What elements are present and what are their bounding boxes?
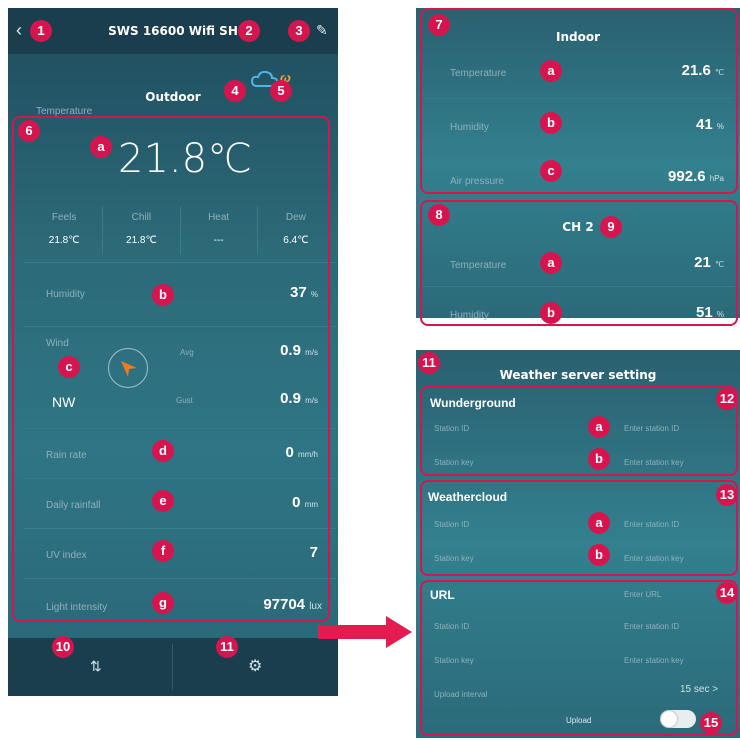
badge-2: 2: [238, 20, 260, 42]
transition-arrow-icon: [318, 616, 412, 648]
badge-b: b: [540, 112, 562, 134]
badge-b: b: [152, 284, 174, 306]
settings-gear-icon[interactable]: ⚙: [248, 656, 262, 676]
badge-b: b: [588, 448, 610, 470]
badge-7: 7: [428, 14, 450, 36]
indoor-humidity-label: Humidity: [450, 122, 489, 133]
weathercloud-id-label: Station ID: [434, 520, 470, 529]
divider: [424, 148, 734, 149]
indoor-humidity-value: 41 %: [696, 116, 724, 133]
badge-5: 5: [270, 80, 292, 102]
weathercloud-id-input[interactable]: Enter station ID: [624, 520, 679, 529]
badge-11: 11: [216, 636, 238, 658]
ch2-humidity-label: Humidity: [450, 310, 489, 321]
upload-toggle[interactable]: [660, 710, 696, 728]
edit-icon[interactable]: ✎: [316, 22, 328, 39]
weathercloud-key-input[interactable]: Enter station key: [624, 554, 684, 563]
url-key-input[interactable]: Enter station key: [624, 656, 684, 665]
badge-c: c: [58, 356, 80, 378]
ch2-temperature-value: 21 ℃: [694, 254, 724, 271]
weathercloud-header: Weathercloud: [428, 490, 508, 504]
badge-g: g: [152, 592, 174, 614]
divider: [424, 98, 734, 99]
badge-a: a: [540, 60, 562, 82]
upload-label: Upload: [566, 716, 592, 725]
badge-9: 9: [600, 216, 622, 238]
url-id-label: Station ID: [434, 622, 470, 631]
wunderground-key-input[interactable]: Enter station key: [624, 458, 684, 467]
indoor-temperature-label: Temperature: [450, 68, 507, 79]
indoor-temperature-value: 21.6 ℃: [681, 62, 724, 79]
badge-3: 3: [288, 20, 310, 42]
ch2-humidity-value: 51 %: [696, 304, 724, 321]
url-input[interactable]: Enter URL: [624, 590, 661, 599]
url-id-input[interactable]: Enter station ID: [624, 622, 679, 631]
divider: [424, 286, 734, 287]
badge-d: d: [152, 440, 174, 462]
badge-b: b: [588, 544, 610, 566]
badge-10: 10: [52, 636, 74, 658]
toggle-knob: [661, 711, 677, 727]
wunderground-id-label: Station ID: [434, 424, 470, 433]
ch2-temperature-label: Temperature: [450, 260, 507, 271]
wunderground-id-input[interactable]: Enter station ID: [624, 424, 679, 433]
badge-f: f: [152, 540, 174, 562]
badge-11: 11: [418, 352, 440, 374]
badge-6: 6: [18, 120, 40, 142]
url-header: URL: [430, 588, 455, 602]
indoor-pressure-value: 992.6 hPa: [668, 168, 724, 185]
weathercloud-key-label: Station key: [434, 554, 474, 563]
badge-1: 1: [30, 20, 52, 42]
indoor-pressure-label: Air pressure: [450, 176, 504, 187]
badge-8: 8: [428, 204, 450, 226]
badge-a: a: [588, 512, 610, 534]
badge-e: e: [152, 490, 174, 512]
badge-b: b: [540, 302, 562, 324]
ch2-title: CH 2: [562, 220, 594, 234]
badge-15: 15: [700, 712, 722, 734]
badge-13: 13: [716, 484, 738, 506]
bottom-divider: [172, 644, 173, 690]
wunderground-header: Wunderground: [430, 396, 516, 410]
wunderground-key-label: Station key: [434, 458, 474, 467]
badge-4: 4: [224, 80, 246, 102]
server-title: Weather server setting: [499, 368, 657, 382]
badge-12: 12: [716, 388, 738, 410]
upload-interval-value[interactable]: 15 sec >: [680, 684, 718, 695]
badge-a: a: [90, 136, 112, 158]
sort-icon[interactable]: ⇅: [90, 658, 102, 675]
upload-interval-label: Upload interval: [434, 690, 488, 699]
badge-c: c: [540, 160, 562, 182]
indoor-title: Indoor: [555, 30, 600, 44]
badge-14: 14: [716, 582, 738, 604]
badge-a: a: [540, 252, 562, 274]
badge-a: a: [588, 416, 610, 438]
url-key-label: Station key: [434, 656, 474, 665]
